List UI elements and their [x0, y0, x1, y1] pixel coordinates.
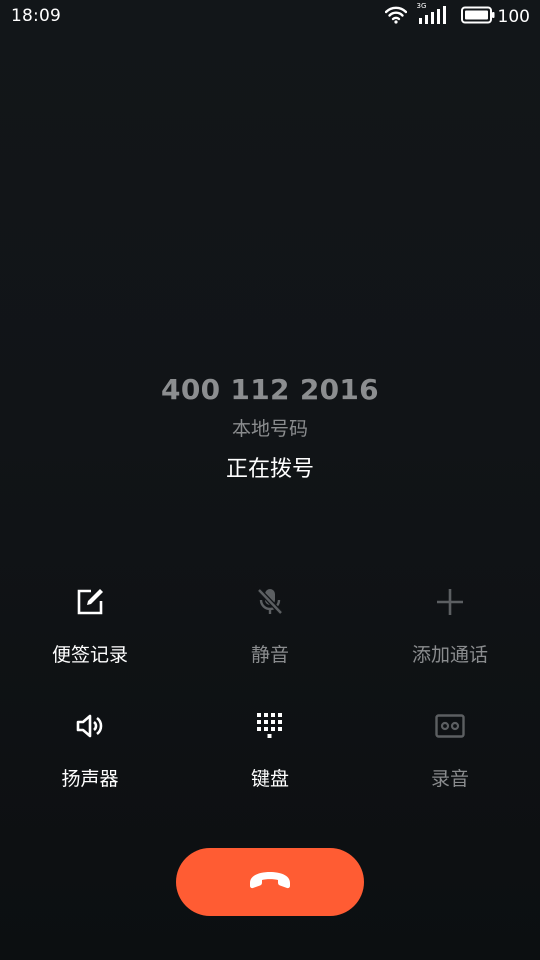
speaker-label: 扬声器: [61, 768, 119, 790]
actions-row: 便签记录 静音 添加通话: [0, 580, 540, 704]
wifi-icon: [384, 6, 407, 28]
signal-icon: 3G: [416, 2, 447, 29]
add-call-icon: [428, 580, 472, 624]
mute-button[interactable]: 静音: [180, 580, 360, 704]
mic-off-icon: [248, 580, 292, 624]
record-icon: [428, 704, 472, 748]
note-record-label: 便签记录: [51, 644, 128, 666]
dialpad-icon: [248, 704, 292, 748]
battery-percent: 100: [497, 7, 530, 27]
call-actions-grid: 便签记录 静音 添加通话 扬声器 键盘 录音: [0, 580, 540, 828]
caller-number: 400 112 2016: [161, 373, 379, 406]
actions-row: 扬声器 键盘 录音: [0, 704, 540, 828]
add-call-button[interactable]: 添加通话: [360, 580, 540, 704]
speaker-button[interactable]: 扬声器: [0, 704, 180, 828]
speaker-icon: [68, 704, 112, 748]
status-time: 18:09: [11, 6, 61, 26]
note-edit-icon: [68, 580, 112, 624]
dialpad-label: 键盘: [250, 768, 289, 790]
in-call-screen: 18:09 3G 100 400 112 2016 本地号码 正在拨号 便签记录…: [0, 0, 540, 960]
network-type: 3G: [416, 2, 427, 10]
call-status: 正在拨号: [225, 457, 314, 482]
note-record-button[interactable]: 便签记录: [0, 580, 180, 704]
record-label: 录音: [430, 768, 469, 790]
battery-icon: [460, 6, 495, 28]
status-icons: 3G 100: [384, 2, 530, 29]
hang-up-icon: [247, 869, 293, 895]
caller-location: 本地号码: [231, 418, 308, 440]
record-button[interactable]: 录音: [360, 704, 540, 828]
end-call-button[interactable]: [176, 848, 364, 916]
add-call-label: 添加通话: [411, 644, 488, 666]
caller-info: 400 112 2016 本地号码 正在拨号: [0, 370, 540, 486]
status-bar: 18:09 3G 100: [0, 0, 540, 34]
dialpad-button[interactable]: 键盘: [180, 704, 360, 828]
mute-label: 静音: [250, 644, 289, 666]
